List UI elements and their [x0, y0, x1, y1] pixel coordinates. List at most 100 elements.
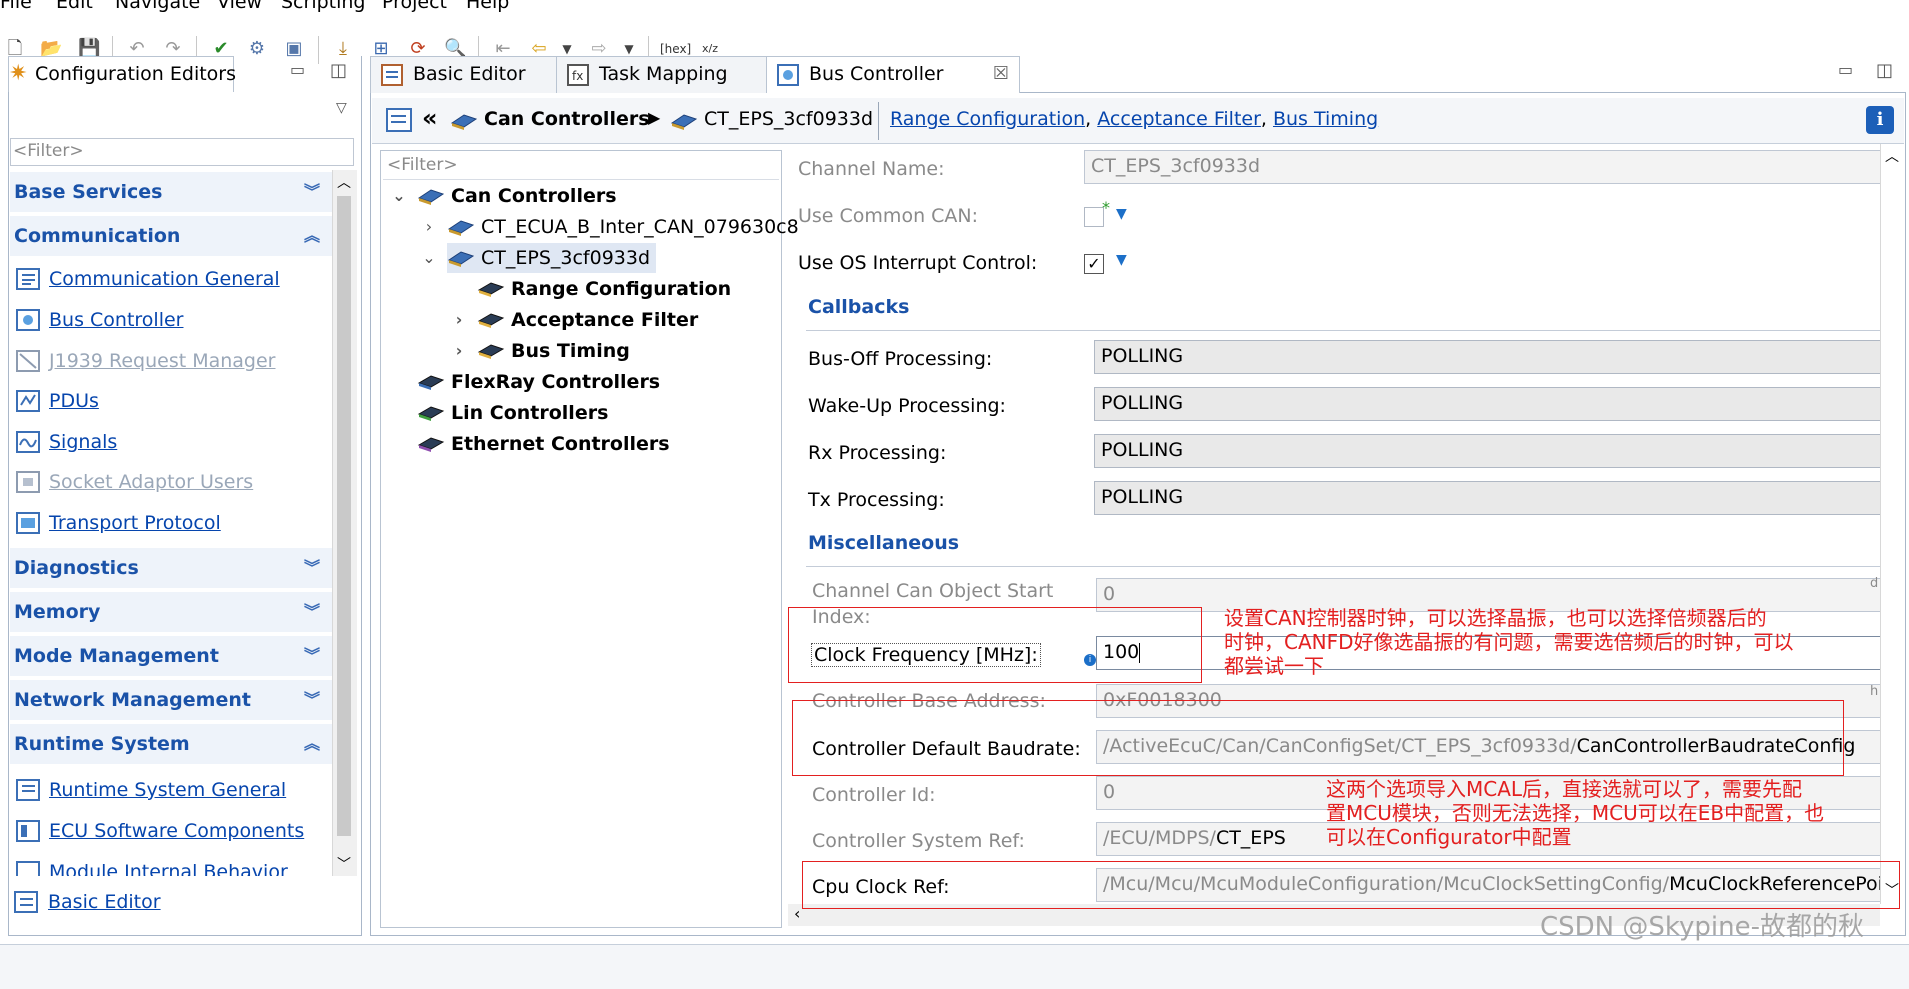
menu-project[interactable]: Project — [382, 0, 447, 13]
tx-label: Tx Processing: — [808, 489, 945, 511]
section-runtime-system[interactable]: Runtime System ︽ — [10, 724, 332, 764]
section-communication[interactable]: Communication ︽ — [10, 216, 332, 256]
breadcrumb-back-icon[interactable]: « — [422, 104, 438, 132]
tx-select[interactable]: POLLING — [1094, 481, 1880, 515]
nav-runtime-system-general[interactable]: Runtime System General — [16, 774, 286, 806]
scroll-thumb[interactable] — [337, 196, 351, 836]
nav-bus-controller[interactable]: Bus Controller — [16, 304, 183, 336]
channel-name-label: Channel Name: — [798, 158, 945, 180]
editor-form-icon — [16, 268, 40, 290]
scroll-left-icon[interactable]: ‹ — [794, 904, 800, 923]
section-diagnostics[interactable]: Diagnostics ︾ — [10, 548, 332, 588]
expand-icon[interactable]: › — [419, 212, 439, 242]
annotation-box-baudrate — [792, 700, 1844, 776]
scroll-up-icon[interactable]: ︿ — [1885, 146, 1899, 166]
watermark: CSDN @Skypine-故都的秋 — [1540, 912, 1864, 942]
link-acceptance-filter[interactable]: Acceptance Filter — [1097, 108, 1261, 130]
scroll-up-icon[interactable]: ︿ — [337, 172, 351, 192]
breadcrumb-root[interactable]: Can Controllers — [484, 108, 650, 130]
nav-pdus[interactable]: PDUs — [16, 385, 99, 417]
left-view-menu-icon[interactable]: ▽ — [336, 100, 347, 116]
use-os-interrupt-checkbox[interactable]: ✓ — [1084, 254, 1104, 274]
j1939-icon — [16, 350, 40, 372]
close-tab-icon[interactable]: ☒ — [993, 57, 1009, 91]
wake-up-label: Wake-Up Processing: — [808, 395, 1006, 417]
wake-up-select[interactable]: POLLING — [1094, 387, 1880, 421]
menu-help[interactable]: Help — [466, 0, 509, 13]
annotation-box-clock — [788, 607, 1202, 683]
menu-edit[interactable]: Edit — [56, 0, 93, 13]
left-scrollbar[interactable]: ︿ ﹀ — [332, 170, 357, 876]
expand-icon[interactable]: › — [449, 305, 469, 335]
nav-ecu-software-components[interactable]: ECU Software Components — [16, 815, 304, 847]
rx-select[interactable]: POLLING — [1094, 434, 1880, 468]
breadcrumb-divider — [878, 102, 879, 140]
base-address-unit: h — [1870, 684, 1879, 699]
tree-node-flexray-controllers[interactable]: FlexRay Controllers — [417, 367, 660, 397]
section-network-management[interactable]: Network Management ︾ — [10, 680, 332, 720]
tree-node-range-configuration[interactable]: Range Configuration — [477, 274, 731, 304]
tree-node-ct-ecua[interactable]: › CT_ECUA_B_Inter_CAN_079630c8 — [426, 212, 799, 242]
expand-icon[interactable]: › — [449, 336, 469, 366]
svg-text:fx: fx — [572, 69, 583, 83]
scroll-down-icon[interactable]: ﹀ — [337, 854, 351, 874]
menu-view[interactable]: View — [217, 0, 262, 13]
link-range-configuration[interactable]: Range Configuration — [890, 108, 1085, 130]
basic-editor-icon — [381, 64, 403, 86]
link-bus-timing[interactable]: Bus Timing — [1273, 108, 1378, 130]
collapse-icon[interactable]: ⌄ — [389, 181, 409, 211]
section-base-services[interactable]: Base Services ︾ — [10, 172, 332, 212]
left-filter-input[interactable]: <Filter> — [10, 138, 354, 166]
menu-navigate[interactable]: Navigate — [115, 0, 200, 13]
tree-node-ethernet-controllers[interactable]: Ethernet Controllers — [417, 429, 670, 459]
channel-name-field[interactable]: CT_EPS_3cf0933d — [1084, 150, 1880, 184]
breadcrumb: « Can Controllers ▶ CT_EPS_3cf0933d Rang… — [372, 98, 1904, 144]
tree-node-acceptance-filter[interactable]: › Acceptance Filter — [456, 305, 699, 335]
ethernet-chip-icon — [417, 437, 445, 452]
left-minimize-icon[interactable]: ▭ — [290, 60, 305, 79]
section-mode-management[interactable]: Mode Management ︾ — [10, 636, 332, 676]
nav-module-internal-behavior[interactable]: Module Internal Behavior — [16, 856, 288, 876]
breadcrumb-current: CT_EPS_3cf0933d — [704, 108, 874, 130]
use-os-interrupt-label: Use OS Interrupt Control: — [798, 252, 1038, 274]
section-memory[interactable]: Memory ︾ — [10, 592, 332, 632]
task-mapping-icon: fx — [567, 64, 589, 86]
basic-editor-footer[interactable]: Basic Editor — [10, 886, 161, 918]
left-maximize-icon[interactable]: ◫ — [330, 60, 347, 81]
nav-socket-adaptor-users[interactable]: Socket Adaptor Users — [16, 466, 253, 498]
tree-node-ct-eps[interactable]: ⌄ CT_EPS_3cf0933d — [422, 243, 657, 273]
tree-node-can-controllers[interactable]: ⌄ Can Controllers — [392, 181, 616, 211]
tree-filter-input[interactable]: <Filter> — [383, 153, 779, 179]
controller-chip-icon — [670, 114, 698, 130]
collapse-icon: ︽ — [303, 226, 320, 245]
bus-off-select[interactable]: POLLING — [1094, 340, 1880, 374]
tree-node-lin-controllers[interactable]: Lin Controllers — [417, 398, 608, 428]
collapse-icon[interactable]: ⌄ — [419, 243, 439, 273]
config-editors-tab[interactable]: ✷ Configuration Editors — [8, 56, 237, 92]
miscellaneous-title: Miscellaneous — [808, 532, 960, 554]
basic-editor-icon — [14, 891, 38, 913]
nav-signals[interactable]: Signals — [16, 426, 117, 458]
nav-j1939-request-manager[interactable]: J1939 Request Manager — [16, 345, 276, 377]
form-view-icon[interactable] — [386, 108, 412, 132]
tab-bus-controller[interactable]: Bus Controller ☒ — [766, 56, 1020, 93]
config-editors-title: Configuration Editors — [35, 63, 237, 85]
controller-chip-icon — [447, 220, 475, 236]
nav-communication-general[interactable]: Communication General — [16, 263, 280, 295]
behavior-icon — [16, 861, 40, 876]
editor-maximize-icon[interactable]: ◫ — [1876, 60, 1893, 81]
editor-minimize-icon[interactable]: ▭ — [1838, 60, 1853, 79]
default-value-dropdown-icon[interactable]: ▼ — [1116, 206, 1127, 222]
obj-start-index-unit: d — [1870, 576, 1879, 591]
menu-file[interactable]: File — [0, 0, 32, 13]
use-common-can-checkbox[interactable] — [1084, 207, 1104, 227]
pdu-icon — [16, 390, 40, 412]
tree-panel: <Filter> ⌄ Can Controllers › CT_ECUA_B_I… — [380, 150, 799, 928]
tree-node-bus-timing[interactable]: › Bus Timing — [456, 336, 630, 366]
nav-transport-protocol[interactable]: Transport Protocol — [16, 507, 221, 539]
system-ref-label: Controller System Ref: — [812, 830, 1025, 852]
transport-icon — [16, 512, 40, 534]
menu-scripting[interactable]: Scripting — [281, 0, 366, 13]
os-interrupt-dropdown-icon[interactable]: ▼ — [1116, 252, 1127, 268]
info-icon[interactable]: i — [1866, 106, 1894, 134]
